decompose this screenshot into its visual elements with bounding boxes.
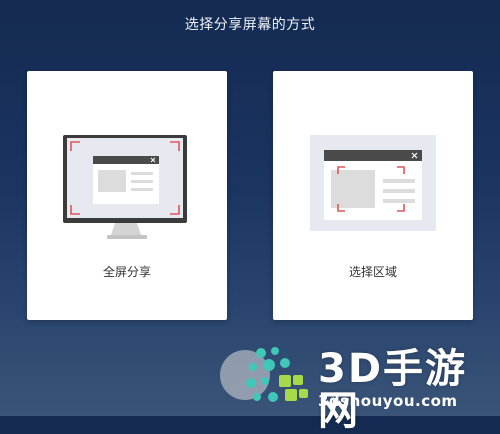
- watermark-logo-icon: [246, 347, 308, 402]
- full-screen-monitor-icon: [63, 135, 187, 239]
- watermark-brand: 3D手游网: [318, 346, 468, 434]
- watermark-url: 3dshouyou.com: [318, 392, 458, 410]
- select-region-icon: [310, 135, 436, 231]
- select-region-option[interactable]: 选择区域: [273, 71, 473, 320]
- full-screen-share-option[interactable]: 全屏分享: [27, 71, 227, 320]
- dialog-title: 选择分享屏幕的方式: [184, 16, 316, 32]
- select-region-label: 选择区域: [348, 265, 397, 279]
- full-screen-share-label: 全屏分享: [102, 265, 151, 279]
